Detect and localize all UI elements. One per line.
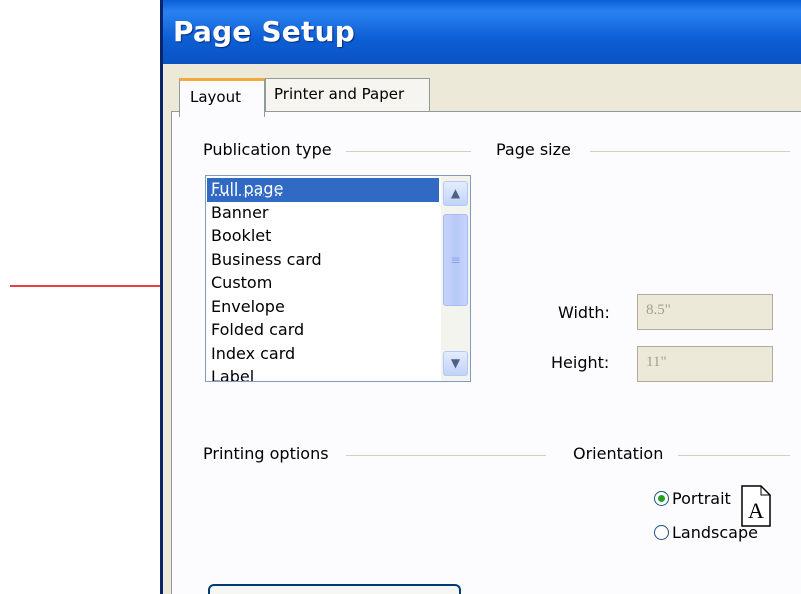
grip-icon: ≡: [450, 253, 461, 267]
scroll-down-button[interactable]: ▼: [443, 351, 468, 376]
portrait-label: Portrait: [672, 489, 731, 508]
width-label: Width:: [558, 303, 610, 322]
orientation-label: Orientation: [573, 444, 664, 463]
listbox-scrollbar[interactable]: ▲ ≡ ▼: [441, 176, 470, 381]
landscape-radio[interactable]: Landscape: [654, 523, 758, 542]
list-item[interactable]: Booklet: [207, 225, 439, 249]
printing-options-label: Printing options: [203, 444, 329, 463]
chevron-up-icon: ▲: [450, 186, 461, 200]
list-item[interactable]: Full page: [207, 178, 439, 202]
radio-checked-icon: [654, 491, 669, 506]
chevron-down-icon: ▼: [450, 356, 461, 370]
printing-options-divider: [346, 455, 546, 456]
title-bar[interactable]: Page Setup: [163, 0, 801, 64]
list-item[interactable]: Business card: [207, 249, 439, 273]
list-item[interactable]: Envelope: [207, 296, 439, 320]
tab-layout[interactable]: Layout: [179, 78, 265, 117]
page-setup-dialog: Page Setup Layout Printer and Paper Publ…: [160, 0, 801, 594]
tab-printer-and-paper[interactable]: Printer and Paper: [265, 78, 430, 112]
publication-type-listbox[interactable]: Full page Banner Booklet Business card C…: [205, 175, 471, 382]
list-item[interactable]: Banner: [207, 202, 439, 226]
width-field[interactable]: 8.5": [637, 294, 773, 330]
page-size-divider: [590, 151, 790, 152]
publication-type-label: Publication type: [203, 140, 332, 159]
height-field[interactable]: 11": [637, 346, 773, 382]
list-item[interactable]: Index card: [207, 343, 439, 367]
publication-type-divider: [346, 151, 471, 152]
radio-unchecked-icon: [654, 525, 669, 540]
list-item[interactable]: Folded card: [207, 319, 439, 343]
scroll-thumb[interactable]: ≡: [443, 214, 468, 306]
scroll-up-button[interactable]: ▲: [443, 181, 468, 206]
page-orientation-icon: A: [741, 485, 771, 527]
portrait-radio[interactable]: Portrait: [654, 489, 731, 508]
list-item[interactable]: Label: [207, 366, 439, 381]
orientation-divider: [678, 455, 790, 456]
height-label: Height:: [551, 353, 610, 372]
page-letter: A: [748, 498, 764, 523]
list-item[interactable]: Custom: [207, 272, 439, 296]
landscape-label: Landscape: [672, 523, 758, 542]
window-title: Page Setup: [173, 15, 355, 48]
page-size-label: Page size: [496, 140, 571, 159]
publication-type-list: Full page Banner Booklet Business card C…: [207, 178, 439, 381]
partial-button[interactable]: [208, 584, 461, 594]
